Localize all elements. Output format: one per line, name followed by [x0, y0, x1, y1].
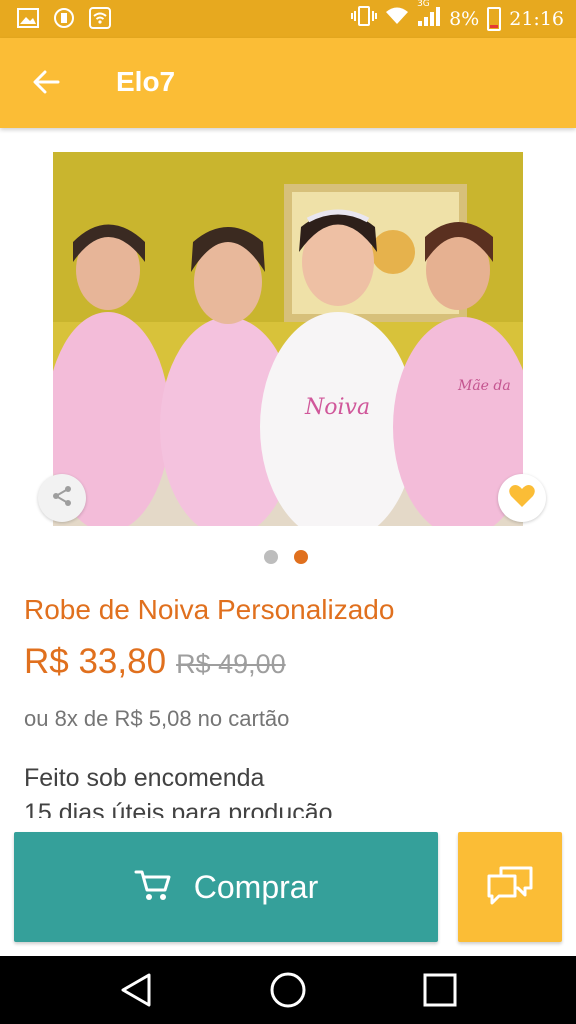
bottom-action-bar: Comprar	[0, 818, 576, 956]
chat-button[interactable]	[458, 832, 562, 942]
product-image[interactable]: Noiva Mãe da	[53, 152, 523, 526]
favorite-button[interactable]	[498, 474, 546, 522]
battery-icon	[487, 6, 502, 31]
home-nav-icon[interactable]	[268, 970, 308, 1010]
share-button[interactable]	[38, 474, 86, 522]
heart-icon	[508, 483, 536, 513]
recents-nav-icon[interactable]	[420, 970, 460, 1010]
svg-text:Noiva: Noiva	[304, 395, 370, 420]
battery-percent: 8%	[449, 7, 480, 30]
installments-text: ou 8x de R$ 5,08 no cartão	[24, 706, 290, 731]
production-time-text: 15 dias úteis para produção	[24, 799, 333, 818]
buy-button-label: Comprar	[193, 868, 319, 905]
vibrate-icon	[351, 5, 378, 32]
chat-icon	[485, 864, 535, 910]
system-nav-bar	[0, 956, 576, 1024]
carousel-indicator	[264, 550, 308, 564]
network-type-label: 3G	[417, 0, 430, 9]
old-price: R$ 49,00	[176, 649, 286, 679]
wifi-icon	[385, 6, 409, 31]
cart-icon	[134, 868, 172, 906]
carousel-dot[interactable]	[264, 550, 278, 564]
current-price: R$ 33,80	[24, 642, 167, 681]
signal-icon: 3G	[417, 0, 441, 32]
clock: 21:16	[509, 7, 564, 30]
status-bar: 3G 8% 21:16	[0, 0, 576, 38]
app-title: Elo7	[116, 66, 176, 97]
buy-button[interactable]: Comprar	[14, 832, 438, 942]
app-bar: Elo7	[0, 38, 576, 128]
price-row: R$ 33,80 R$ 49,00	[24, 642, 286, 682]
carousel-dot-active[interactable]	[294, 550, 308, 564]
svg-text:Mãe da: Mãe da	[457, 378, 511, 394]
sync-icon	[52, 6, 76, 30]
wifi-hotspot-icon	[88, 6, 112, 30]
share-icon	[50, 484, 74, 512]
arrow-back-icon[interactable]	[24, 60, 68, 104]
image-icon	[16, 6, 40, 30]
production-time-container: 15 dias úteis para produção	[24, 798, 333, 818]
made-to-order-text: Feito sob encomenda	[24, 764, 265, 792]
back-nav-icon[interactable]	[116, 970, 156, 1010]
product-title: Robe de Noiva Personalizado	[24, 594, 395, 625]
